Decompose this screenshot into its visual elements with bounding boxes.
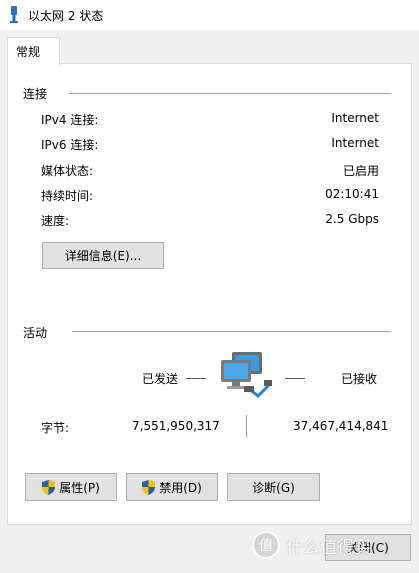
general-panel [7,63,412,525]
speed-value: 2.5 Gbps [325,212,379,226]
sent-label: 已发送 [142,372,179,386]
sent-dash [186,378,206,379]
network-computers-icon [221,352,272,398]
watermark-logo-icon: 值 [252,531,280,559]
media-state-label: 媒体状态: [41,164,94,178]
tab-general[interactable]: 常规 [7,37,60,65]
network-adapter-icon [10,6,18,23]
title-bar[interactable]: 以太网 2 状态 [0,0,419,30]
disable-button-label: 禁用(D) [159,480,202,495]
received-dash [285,378,305,379]
received-label: 已接收 [341,372,378,386]
activity-divider [72,331,391,332]
details-button[interactable]: 详细信息(E)... [42,242,164,269]
svg-text:值: 值 [259,538,273,554]
bytes-separator [246,415,247,437]
duration-label: 持续时间: [41,189,94,203]
disable-button[interactable]: 禁用(D) [126,473,218,501]
ipv4-value: Internet [331,111,379,125]
connection-heading: 连接 [23,87,48,101]
details-button-label: 详细信息(E)... [64,249,142,263]
properties-button-label: 属性(P) [59,480,100,495]
ipv4-label: IPv4 连接: [41,113,99,127]
bytes-label: 字节: [41,421,70,435]
activity-heading: 活动 [23,326,48,340]
diagnose-button-label: 诊断(G) [252,480,295,495]
ipv6-label: IPv6 连接: [41,138,99,152]
window-title: 以太网 2 状态 [28,9,104,23]
watermark: 值 什么值得买 [252,531,371,559]
properties-button[interactable]: 属性(P) [25,473,117,501]
bytes-received-value: 37,467,414,841 [293,419,389,433]
connection-divider [69,93,391,94]
uac-shield-icon [42,479,56,495]
speed-label: 速度: [41,214,70,228]
media-state-value: 已启用 [342,164,379,178]
uac-shield-icon [142,479,156,495]
duration-value: 02:10:41 [325,187,379,201]
bytes-sent-value: 7,551,950,317 [132,419,220,433]
ipv6-value: Internet [331,136,379,150]
watermark-text: 什么值得买 [286,537,371,558]
tab-general-label: 常规 [16,45,41,59]
diagnose-button[interactable]: 诊断(G) [227,473,320,501]
